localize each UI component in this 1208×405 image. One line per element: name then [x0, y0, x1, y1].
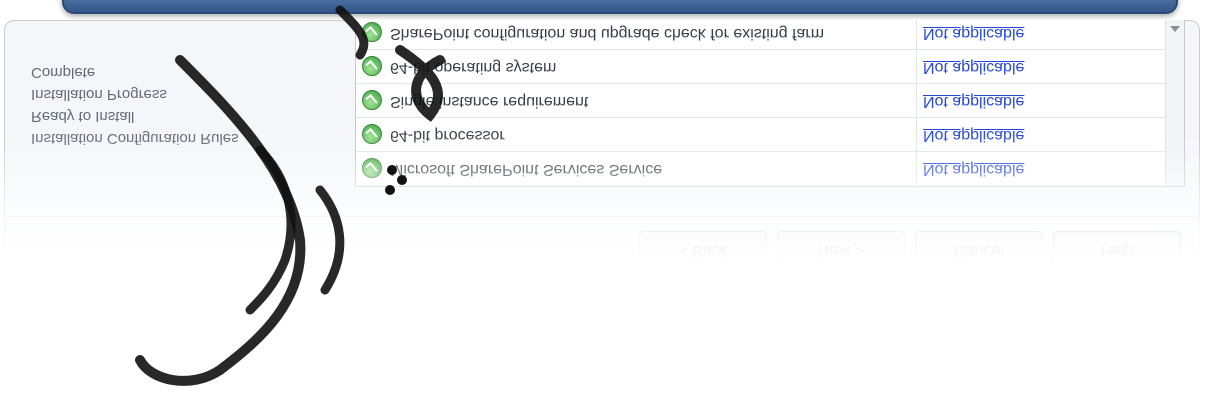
watermark-stroke	[135, 55, 306, 386]
help-button[interactable]: Help	[1053, 231, 1181, 269]
rule-status-link[interactable]: Not applicable	[916, 16, 1166, 50]
watermark-stroke	[335, 5, 369, 60]
watermark-dot	[385, 185, 395, 195]
back-button[interactable]: < Back	[639, 231, 767, 269]
watermark-dot	[397, 175, 407, 185]
rule-status-link[interactable]: Not applicable	[916, 84, 1166, 118]
wizard-buttons: < Back Next > Cancel Help	[639, 229, 1181, 269]
calligraphy-watermark	[135, 5, 445, 386]
cancel-button[interactable]: Cancel	[915, 231, 1043, 269]
watermark-stroke	[395, 45, 445, 122]
next-button[interactable]: Next >	[777, 231, 905, 269]
watermark-stroke	[315, 185, 345, 295]
rule-status-link[interactable]: Not applicable	[916, 152, 1166, 186]
watermark-dot	[387, 165, 397, 175]
scroll-up-icon[interactable]	[1170, 26, 1180, 32]
table-scrollbar[interactable]	[1165, 16, 1184, 186]
rule-status-link[interactable]: Not applicable	[916, 50, 1166, 84]
rule-status-link[interactable]: Not applicable	[916, 118, 1166, 152]
